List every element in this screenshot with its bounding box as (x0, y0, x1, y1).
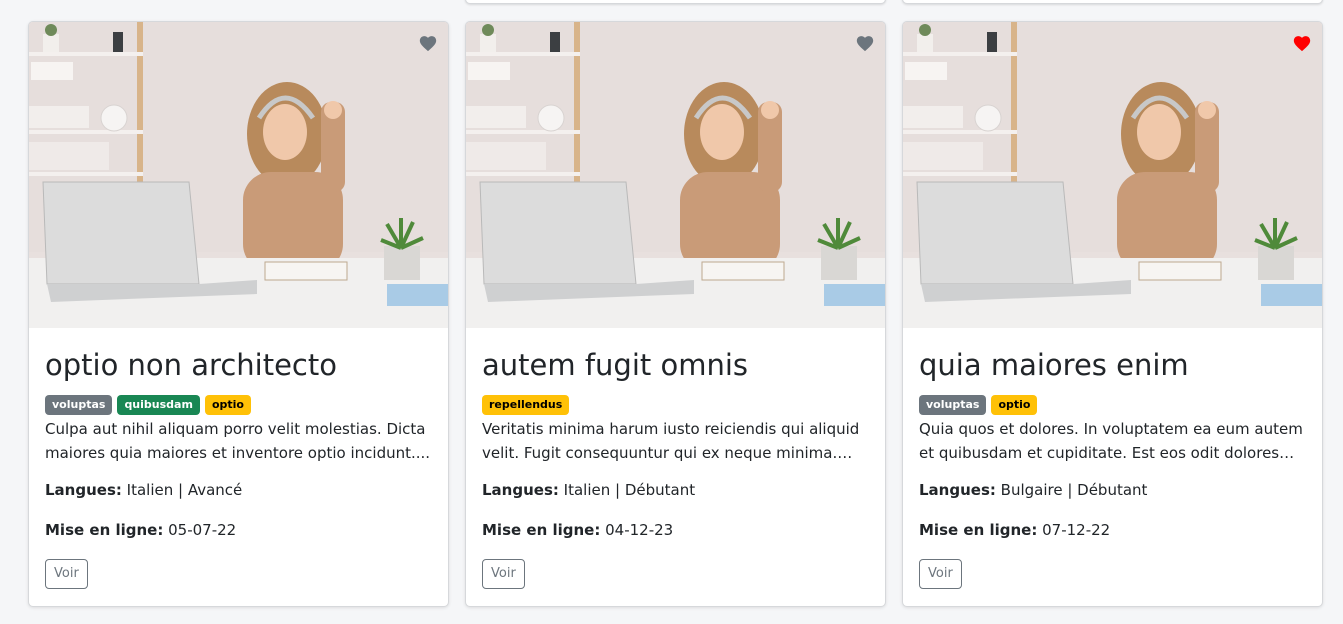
course-card: optio non architecto voluptas quibusdam op… (28, 21, 449, 607)
tag-badge: voluptas (919, 394, 987, 415)
woman-at-laptop-image (903, 22, 1322, 328)
card-above-partial (465, 0, 886, 4)
course-photo (466, 22, 885, 328)
course-card: autem fugit omnis repellendus Veritatis … (465, 21, 886, 607)
published-label: Mise en ligne: (45, 520, 164, 539)
course-title[interactable]: autem fugit omnis (482, 348, 869, 383)
view-button[interactable]: Voir (45, 558, 88, 589)
card-body: autem fugit omnis repellendus Veritatis … (466, 328, 885, 589)
published-value: 04-12-23 (605, 520, 674, 539)
tag-badge: repellendus (482, 394, 570, 415)
woman-at-laptop-image (466, 22, 885, 328)
course-description: Culpa aut nihil aliquam porro velit mole… (45, 419, 431, 462)
published-label: Mise en ligne: (919, 520, 1038, 539)
course-photo (903, 22, 1322, 328)
languages-line: Langues: Italien | Avancé (45, 479, 432, 501)
tag-badge: voluptas (45, 394, 113, 415)
tag-badge: quibusdam (117, 394, 200, 415)
course-title[interactable]: optio non architecto (45, 348, 432, 383)
view-button[interactable]: Voir (919, 558, 962, 589)
published-line: Mise en ligne: 05-07-22 (45, 519, 432, 541)
tag-badge: optio (991, 394, 1038, 415)
course-description: Quia quos et dolores. In voluptatem ea e… (919, 419, 1303, 462)
woman-at-laptop-image (29, 22, 448, 328)
tag-list: voluptas optio (919, 394, 1306, 415)
tag-list: repellendus (482, 394, 869, 415)
languages-value: Bulgaire | Débutant (1000, 480, 1148, 499)
languages-label: Langues: (482, 480, 559, 499)
card-body: optio non architecto voluptas quibusdam op… (29, 328, 448, 589)
heart-icon[interactable] (1292, 34, 1312, 52)
languages-line: Langues: Italien | Débutant (482, 479, 869, 501)
card-above-partial (902, 0, 1323, 4)
heart-icon[interactable] (418, 34, 438, 52)
course-title[interactable]: quia maiores enim (919, 348, 1306, 383)
tag-list: voluptas quibusdam optio (45, 394, 432, 415)
languages-label: Langues: (919, 480, 996, 499)
heart-icon[interactable] (855, 34, 875, 52)
course-card: quia maiores enim voluptas optio Quia quo… (902, 21, 1323, 607)
tag-badge: optio (204, 394, 251, 415)
languages-value: Italien | Avancé (126, 480, 243, 499)
published-value: 07-12-22 (1042, 520, 1111, 539)
course-description: Veritatis minima harum iusto reiciendis … (482, 419, 860, 462)
languages-label: Langues: (45, 480, 122, 499)
course-photo (29, 22, 448, 328)
card-body: quia maiores enim voluptas optio Quia quo… (903, 328, 1322, 589)
languages-value: Italien | Débutant (563, 480, 696, 499)
published-line: Mise en ligne: 04-12-23 (482, 519, 869, 541)
published-label: Mise en ligne: (482, 520, 601, 539)
published-line: Mise en ligne: 07-12-22 (919, 519, 1306, 541)
view-button[interactable]: Voir (482, 558, 525, 589)
languages-line: Langues: Bulgaire | Débutant (919, 479, 1306, 501)
published-value: 05-07-22 (168, 520, 237, 539)
